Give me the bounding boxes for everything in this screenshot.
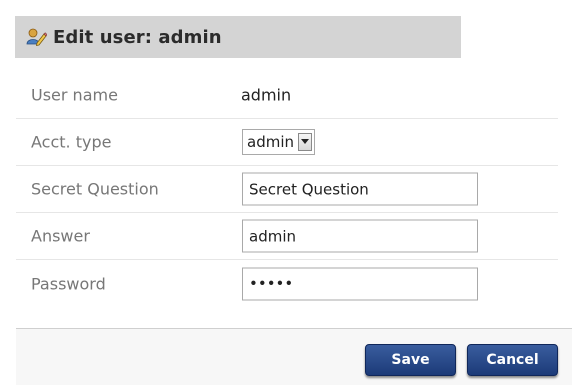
username-value: admin <box>241 85 292 105</box>
secret-question-input[interactable] <box>242 172 478 206</box>
answer-input[interactable] <box>242 219 478 253</box>
username-label: User name <box>31 85 118 105</box>
dialog-header: Edit user: admin <box>15 16 461 58</box>
user-edit-icon <box>25 26 48 48</box>
acct-type-row: Acct. type admin <box>16 119 558 166</box>
password-label: Password <box>31 274 106 293</box>
username-row: User name admin <box>16 72 558 119</box>
secret-question-label: Secret Question <box>31 179 159 199</box>
acct-type-selected-value: admin <box>247 133 294 151</box>
password-row: Password <box>16 260 558 307</box>
password-input[interactable] <box>242 267 478 300</box>
acct-type-select[interactable]: admin <box>242 129 315 155</box>
answer-row: Answer <box>16 213 558 260</box>
answer-label: Answer <box>31 226 90 246</box>
secret-question-row: Secret Question <box>16 166 558 213</box>
dialog-title: Edit user: admin <box>53 26 222 48</box>
cancel-button[interactable]: Cancel <box>467 344 558 376</box>
save-button[interactable]: Save <box>365 344 456 376</box>
acct-type-label: Acct. type <box>31 132 112 152</box>
chevron-down-icon[interactable] <box>298 133 312 151</box>
